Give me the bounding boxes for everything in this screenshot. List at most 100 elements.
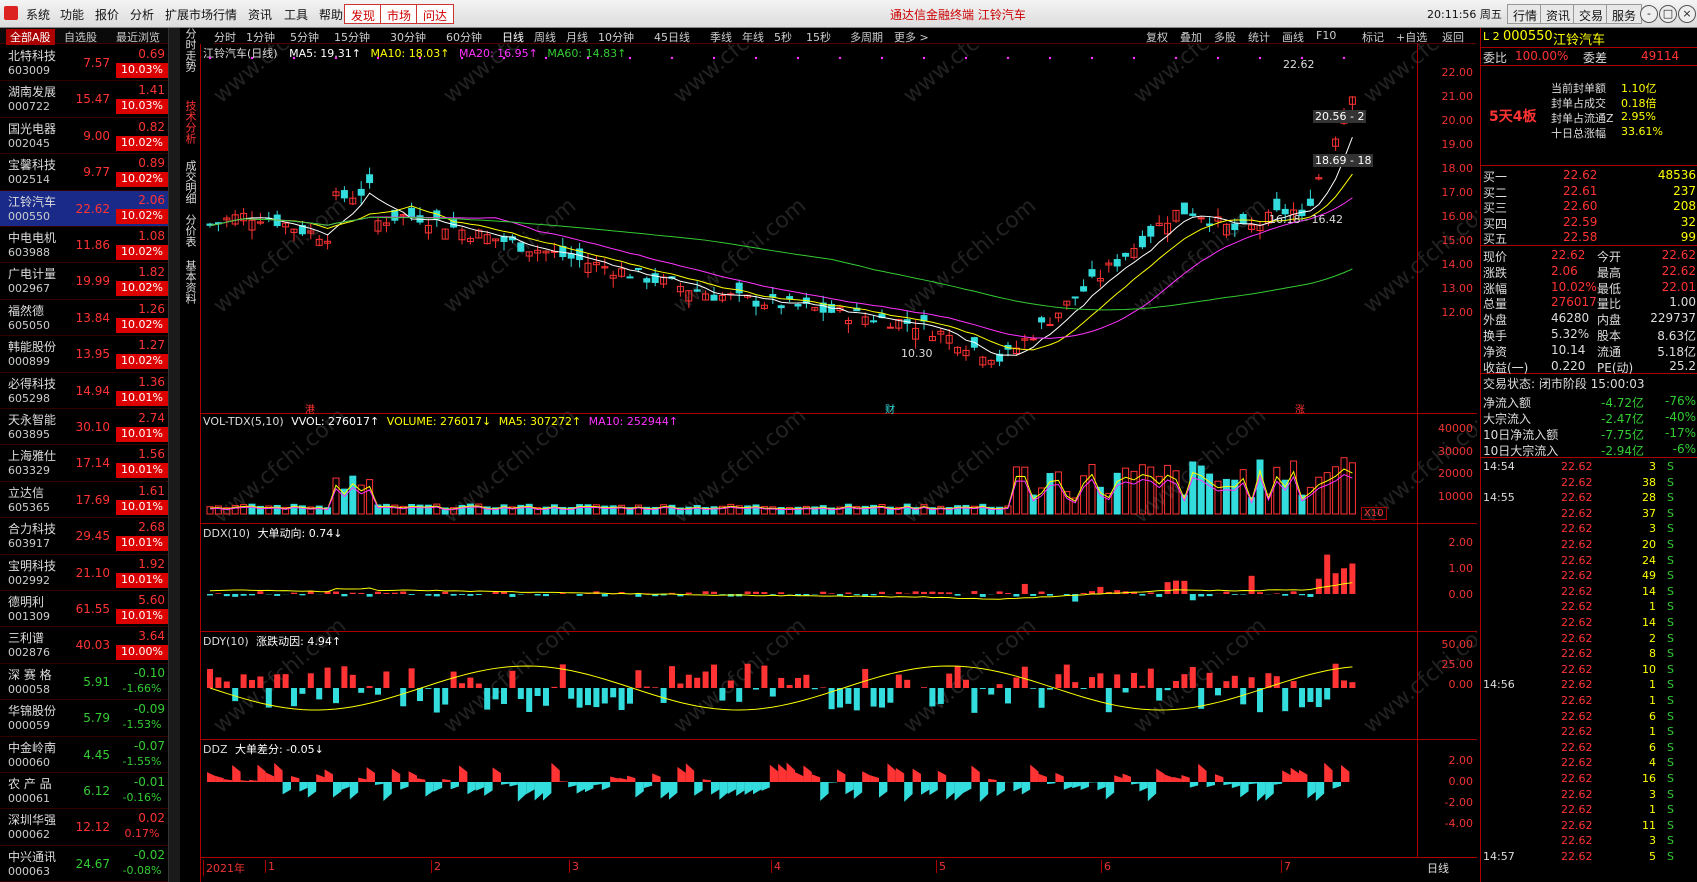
period-15[interactable]: 多周期	[850, 29, 883, 45]
volume-chart[interactable]	[201, 414, 1417, 524]
btn-jiaoyi[interactable]: 交易	[1573, 4, 1610, 24]
stock-name: 合力科技	[8, 522, 57, 537]
vtab-technical[interactable]: 技术分析	[182, 100, 197, 152]
ddx-panel[interactable]: DDX(10) 大单动向: 0.74↓ 2.00 1.00 0.00	[201, 524, 1477, 632]
btn-fuwu[interactable]: 服务	[1606, 4, 1643, 24]
period-2[interactable]: 5分钟	[290, 29, 319, 45]
candle-body	[1080, 286, 1088, 292]
tool-5[interactable]: F10	[1316, 29, 1336, 42]
tick-list[interactable]: 14:54 22.62 3 S 22.62 38 S 14:55 22.62 28 S 22.62 37…	[1481, 460, 1697, 880]
ddx-chart[interactable]	[201, 524, 1417, 632]
stock-row[interactable]: 合力科技 603917 29.45 2.68 10.01%	[0, 518, 168, 555]
maximize-button[interactable]: □	[1659, 5, 1677, 23]
ddy-chart[interactable]	[201, 632, 1417, 740]
volume-panel[interactable]: VOL-TDX(5,10) VVOL: 276017↑ VOLUME: 2760…	[201, 414, 1477, 524]
menu-analysis[interactable]: 分析	[130, 6, 154, 23]
tool-6[interactable]: 标记	[1362, 29, 1384, 45]
tool-8[interactable]: 返回	[1442, 29, 1464, 45]
ddz-panel[interactable]: DDZ 大单差分: -0.05↓ 2.00 0.00 -2.00 -4.00	[201, 740, 1477, 858]
tool-1[interactable]: 叠加	[1180, 29, 1202, 45]
period-12[interactable]: 年线	[742, 29, 764, 45]
period-13[interactable]: 5秒	[774, 29, 792, 45]
menu-wenda[interactable]: 问达	[416, 4, 455, 24]
tool-2[interactable]: 多股	[1214, 29, 1236, 45]
stock-row[interactable]: 深 赛 格 000058 5.91 -0.10 -1.66%	[0, 664, 168, 701]
tool-7[interactable]: +自选	[1396, 29, 1427, 45]
stock-list-scrollbar[interactable]	[168, 28, 180, 882]
period-3[interactable]: 15分钟	[334, 29, 370, 45]
menu-quote[interactable]: 报价	[95, 6, 119, 23]
menu-discover[interactable]: 发现	[344, 4, 383, 24]
close-button[interactable]: ×	[1678, 5, 1696, 23]
stock-row[interactable]: 宝明科技 002992 21.10 1.92 10.01%	[0, 555, 168, 591]
stock-row[interactable]: 国光电器 002045 9.00 0.82 10.02%	[0, 118, 168, 155]
tool-4[interactable]: 画线	[1282, 29, 1304, 45]
stock-row[interactable]: 江铃汽车 000550 22.62 2.06 10.02%	[0, 190, 168, 227]
menu-info[interactable]: 资讯	[248, 6, 272, 23]
stock-row[interactable]: 中电电机 603988 11.86 1.08 10.02%	[0, 227, 168, 264]
tab-watchlist[interactable]: 自选股	[64, 29, 97, 45]
menu-function[interactable]: 功能	[60, 6, 84, 23]
buy-price: 22.59	[1563, 214, 1598, 229]
signal-dot	[1048, 56, 1052, 60]
period-16[interactable]: 更多 >	[894, 29, 929, 45]
tool-3[interactable]: 统计	[1248, 29, 1270, 45]
tab-all-a[interactable]: 全部A股	[6, 29, 55, 45]
period-4[interactable]: 30分钟	[390, 29, 426, 45]
stock-row[interactable]: 湖南发展 000722 15.47 1.41 10.03%	[0, 81, 168, 118]
period-5[interactable]: 60分钟	[446, 29, 482, 45]
kline-chart[interactable]	[201, 44, 1417, 414]
ddy-bar	[232, 688, 239, 702]
btn-zixun[interactable]: 资讯	[1540, 4, 1577, 24]
stock-row[interactable]: 宝馨科技 002514 9.77 0.89 10.02%	[0, 154, 168, 191]
vtab-price-table[interactable]: 分价表	[182, 214, 197, 254]
stock-row[interactable]: 福然德 605050 13.84 1.26 10.02%	[0, 300, 168, 337]
stock-name: 湖南发展	[8, 85, 57, 100]
period-7[interactable]: 周线	[534, 29, 556, 45]
vtab-trades[interactable]: 成交明细	[182, 160, 197, 212]
stock-row[interactable]: 三利谱 002876 40.03 3.64 10.00%	[0, 627, 168, 664]
stock-row[interactable]: 北特科技 603009 7.57 0.69 10.03%	[0, 45, 168, 82]
menu-tools[interactable]: 工具	[284, 6, 308, 23]
menu-ext-market[interactable]: 扩展市场行情	[165, 6, 237, 23]
tick-time: 14:57	[1483, 850, 1515, 863]
stock-row[interactable]: 立达信 605365 17.69 1.61 10.01%	[0, 482, 168, 519]
candle-body	[1029, 338, 1037, 341]
period-8[interactable]: 月线	[566, 29, 588, 45]
btn-hangqing[interactable]: 行情	[1507, 4, 1544, 24]
period-9[interactable]: 10分钟	[598, 29, 634, 45]
stock-row[interactable]: 华锦股份 000059 5.79 -0.09 -1.53%	[0, 700, 168, 737]
menu-help[interactable]: 帮助	[319, 6, 343, 23]
stock-row[interactable]: 必得科技 605298 14.94 1.36 10.01%	[0, 373, 168, 409]
period-11[interactable]: 季线	[710, 29, 732, 45]
vtab-basic-info[interactable]: 基本资料	[182, 260, 197, 312]
stock-row[interactable]: 农 产 品 000061 6.12 -0.01 -0.16%	[0, 773, 168, 810]
ddx-bar	[879, 591, 885, 594]
tool-0[interactable]: 复权	[1146, 29, 1168, 45]
stock-row[interactable]: 天永智能 603895 30.10 2.74 10.01%	[0, 409, 168, 446]
stock-row[interactable]: 德明利 001309 61.55 5.60 10.01%	[0, 591, 168, 628]
minimize-button[interactable]: -	[1640, 5, 1658, 23]
ddz-chart[interactable]	[201, 740, 1417, 858]
period-6[interactable]: 日线	[502, 29, 524, 45]
tab-recent[interactable]: 最近浏览	[116, 29, 160, 45]
app-logo-icon[interactable]	[4, 6, 18, 20]
period-14[interactable]: 15秒	[806, 29, 831, 45]
stock-row[interactable]: 韩能股份 000899 13.95 1.27 10.02%	[0, 336, 168, 373]
stock-row[interactable]: 中兴通讯 000063 24.67 -0.02 -0.08%	[0, 846, 168, 882]
stock-row[interactable]: 上海雅仕 603329 17.14 1.56 10.01%	[0, 445, 168, 482]
stock-row[interactable]: 中金岭南 000060 4.45 -0.07 -1.55%	[0, 737, 168, 773]
menu-system[interactable]: 系统	[26, 6, 50, 23]
menu-market[interactable]: 市场	[380, 4, 419, 24]
vtab-timeline[interactable]: 分时走势	[182, 28, 197, 80]
candle-body	[1197, 217, 1205, 220]
stock-row[interactable]: 广电计量 002967 19.99 1.82 10.02%	[0, 263, 168, 300]
kline-panel[interactable]: 江铃汽车(日线) MA5: 19.31↑ MA10: 18.03↑ MA20: …	[201, 44, 1477, 416]
stat-value: 22.62	[1661, 263, 1696, 278]
period-0[interactable]: 分时	[214, 29, 236, 45]
ddy-bar	[1047, 688, 1053, 690]
period-10[interactable]: 45日线	[654, 29, 690, 45]
period-1[interactable]: 1分钟	[246, 29, 275, 45]
ddy-panel[interactable]: DDY(10) 涨跌动因: 4.94↑ 50.00 25.00 0.00	[201, 632, 1477, 740]
stock-row[interactable]: 深圳华强 000062 12.12 0.02 0.17%	[0, 809, 168, 846]
